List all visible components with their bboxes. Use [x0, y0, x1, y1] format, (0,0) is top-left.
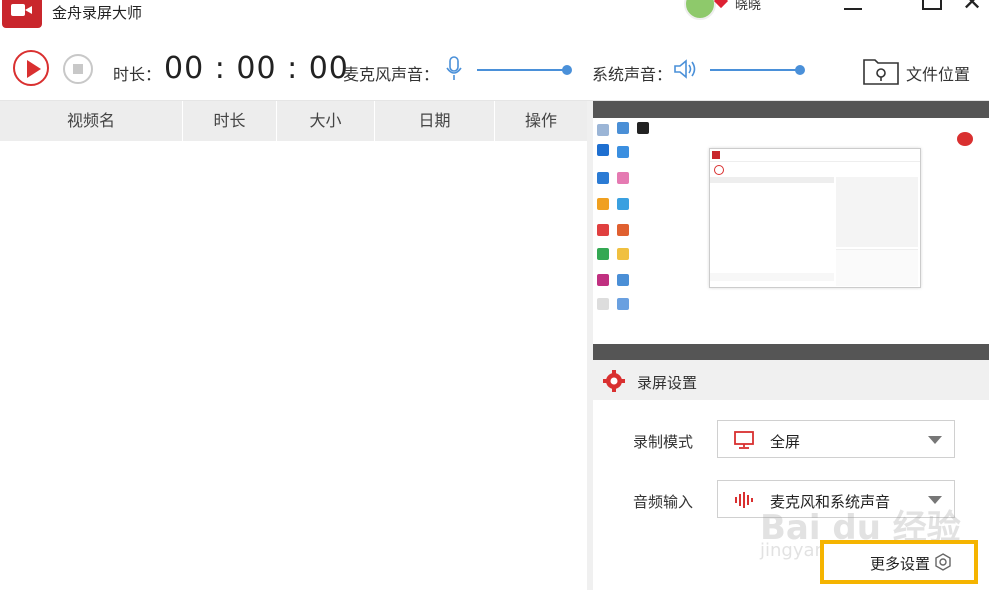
system-volume-handle[interactable] [795, 65, 805, 75]
duration-label: 时长： [113, 65, 162, 84]
desktop-icon [597, 198, 609, 210]
column-duration[interactable]: 时长 [183, 101, 277, 141]
audio-input-label: 音频输入 [633, 493, 694, 511]
column-actions[interactable]: 操作 [495, 101, 587, 141]
user-avatar[interactable] [684, 0, 716, 20]
desktop-icon [617, 224, 629, 236]
record-mode-select[interactable]: 全屏 [717, 420, 955, 458]
desktop-icon [597, 274, 609, 286]
record-mode-value: 全屏 [770, 433, 801, 451]
desktop-icon [617, 248, 629, 260]
mic-volume-handle[interactable] [562, 65, 572, 75]
desktop-icon [617, 122, 629, 134]
app-logo-icon [2, 0, 42, 28]
play-icon [27, 60, 41, 78]
desktop-icon [957, 132, 973, 146]
mic-volume-label: 麦克风声音： [343, 65, 440, 84]
gear-icon [935, 553, 951, 571]
microphone-icon[interactable] [445, 56, 463, 82]
column-video-name[interactable]: 视频名 [0, 101, 183, 141]
desktop-icon [597, 248, 609, 260]
desktop-icon [617, 198, 629, 210]
desktop-icon [617, 274, 629, 286]
duration-value: 00 : 00 : 00 [164, 51, 349, 86]
monitor-icon [734, 431, 754, 449]
video-table-header: 视频名 时长 大小 日期 操作 [0, 101, 587, 141]
desktop-icon [597, 144, 609, 156]
record-settings-title: 录屏设置 [637, 374, 698, 392]
system-volume-label: 系统声音： [592, 65, 673, 84]
user-name[interactable]: 晓晓 [735, 0, 761, 13]
more-settings-label: 更多设置 [870, 555, 931, 573]
maximize-button[interactable] [922, 0, 942, 10]
desktop-icon [617, 146, 629, 158]
stop-record-button[interactable] [63, 54, 93, 84]
folder-location-icon[interactable] [862, 54, 900, 86]
desktop-icon [597, 224, 609, 236]
desktop-icon [617, 172, 629, 184]
desktop-icon [597, 124, 609, 136]
record-mode-label: 录制模式 [633, 433, 694, 451]
chevron-down-icon [928, 436, 942, 444]
column-date[interactable]: 日期 [375, 101, 495, 141]
more-settings-button[interactable]: 更多设置 [820, 540, 978, 584]
mini-app-window [709, 148, 921, 288]
start-record-button[interactable] [13, 50, 49, 86]
minimize-button[interactable] [844, 0, 862, 10]
speaker-icon[interactable] [673, 58, 697, 80]
audio-wave-icon [735, 492, 753, 508]
app-title: 金舟录屏大师 [52, 4, 143, 22]
desktop-icon [597, 298, 609, 310]
file-location-button[interactable]: 文件位置 [906, 61, 970, 85]
record-settings-header: 录屏设置 [593, 360, 989, 400]
title-bar: 金舟录屏大师 晓晓 ✕ [0, 0, 989, 36]
desktop-icon [597, 172, 609, 184]
mic-volume-slider[interactable] [477, 69, 569, 71]
system-volume-slider[interactable] [710, 69, 802, 71]
settings-gear-icon [603, 370, 625, 392]
stop-icon [73, 64, 83, 74]
column-size[interactable]: 大小 [277, 101, 375, 141]
close-button[interactable]: ✕ [962, 0, 982, 14]
desktop-icon [637, 122, 649, 134]
desktop-thumbnail [593, 118, 989, 344]
desktop-icon [617, 298, 629, 310]
screen-preview [593, 101, 989, 360]
toolbar: 时长： 00 : 00 : 00 麦克风声音： 系统声音： 文件位置 [0, 40, 989, 101]
video-list [0, 141, 587, 590]
vip-badge-icon [713, 0, 729, 9]
